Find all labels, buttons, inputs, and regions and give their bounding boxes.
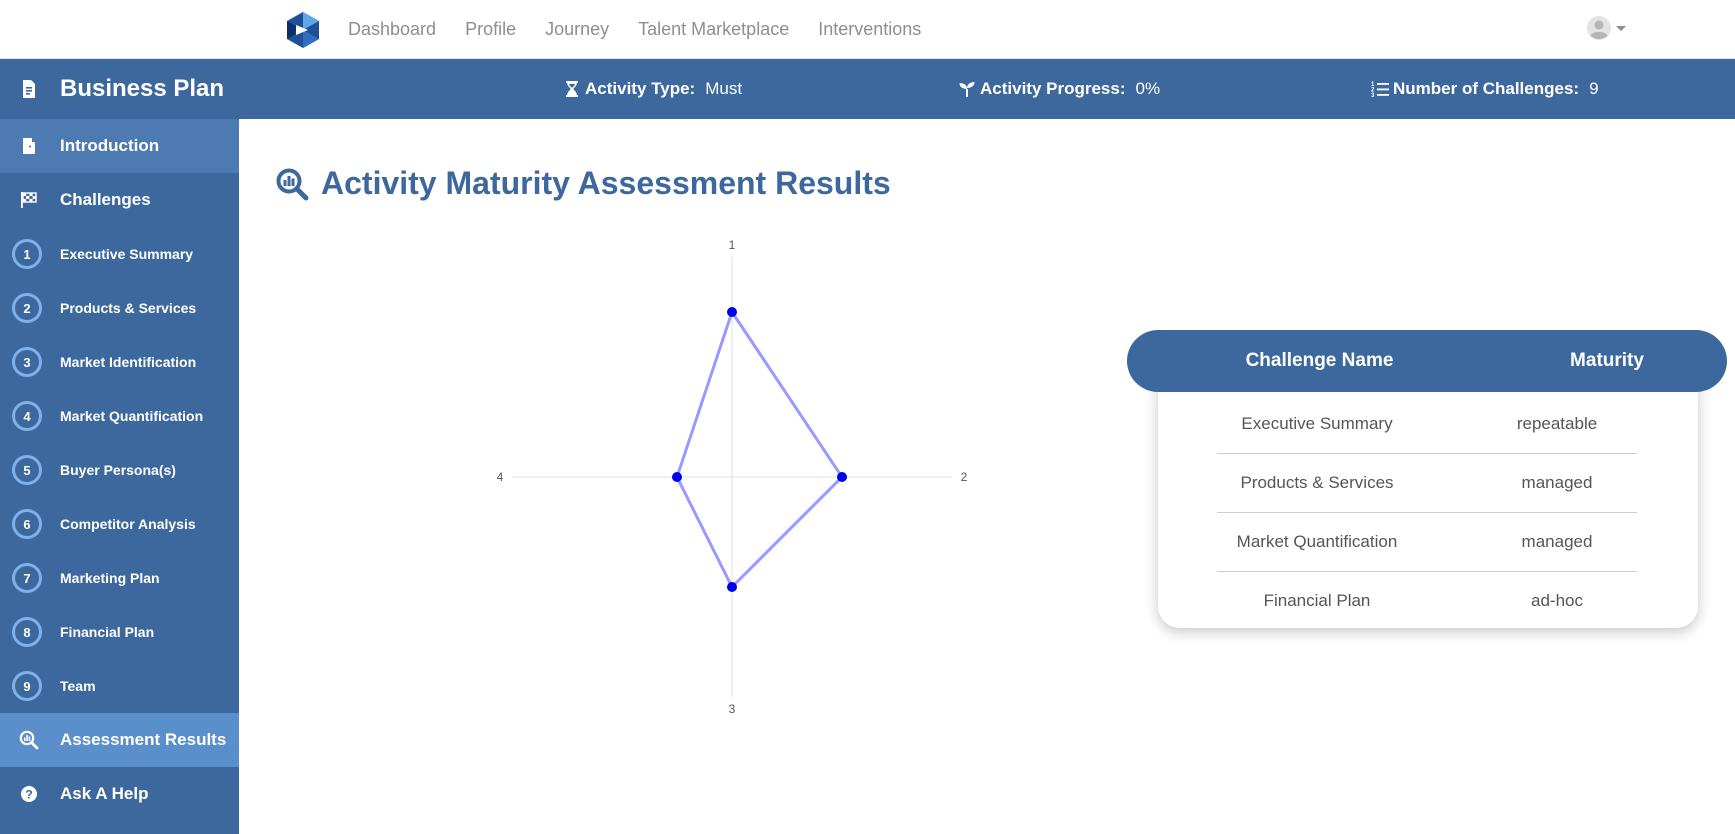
maturity-cell: ad-hoc <box>1531 590 1583 610</box>
maturity-radar-chart: 1 2 3 4 <box>497 238 968 716</box>
sidebar-item-label: Introduction <box>60 136 160 155</box>
step-number-badge: 6 <box>12 509 42 539</box>
maturity-cell: managed <box>1521 531 1593 551</box>
radar-axis-label: 2 <box>961 470 968 484</box>
challenge-name-cell: Products & Services <box>1240 472 1394 492</box>
sidebar-item-label: Ask A Help <box>60 784 149 803</box>
sidebar: Business Plan Introduction Challenges 1 … <box>0 59 239 834</box>
sidebar-item-assessment-results[interactable]: Assessment Results <box>0 713 239 767</box>
sidebar-item-label: Team <box>60 678 96 694</box>
checkered-flag-icon <box>21 192 37 208</box>
sidebar-item-competitor-analysis[interactable]: 6 Competitor Analysis <box>0 497 239 551</box>
sidebar-item-label: Products & Services <box>60 300 197 316</box>
maturity-cell: repeatable <box>1516 413 1598 433</box>
column-header-challenge-name: Challenge Name <box>1245 350 1394 371</box>
activity-stats-bar: Activity Type: Must Activity Progress: 0… <box>239 59 1735 119</box>
sidebar-item-label: Challenges <box>60 190 151 209</box>
activity-progress-stat: Activity Progress: 0% <box>958 59 1160 119</box>
table-row: Products & Services managed <box>1217 453 1637 513</box>
radar-series-line <box>675 308 844 590</box>
question-circle-icon: ? <box>21 786 37 802</box>
sidebar-item-products-services[interactable]: 2 Products & Services <box>0 281 239 335</box>
radar-data-point <box>727 307 737 317</box>
sidebar-item-label: Financial Plan <box>60 624 155 640</box>
main-nav: Dashboard Profile Journey Talent Marketp… <box>348 0 950 59</box>
nav-profile[interactable]: Profile <box>465 19 516 40</box>
sidebar-item-market-identification[interactable]: 3 Market Identification <box>0 335 239 389</box>
svg-text:3: 3 <box>1371 93 1375 98</box>
sidebar-item-label: Market Quantification <box>60 408 204 424</box>
nav-dashboard[interactable]: Dashboard <box>348 19 436 40</box>
sidebar-item-label: Market Identification <box>60 354 197 370</box>
table-row: Executive Summary repeatable <box>1217 394 1637 454</box>
sidebar-item-financial-plan[interactable]: 8 Financial Plan <box>0 605 239 659</box>
radar-data-point <box>837 472 847 482</box>
top-navbar: Dashboard Profile Journey Talent Marketp… <box>0 0 1735 59</box>
challenge-name-cell: Financial Plan <box>1263 590 1371 610</box>
app-logo[interactable] <box>284 11 322 49</box>
sidebar-item-label: Competitor Analysis <box>60 516 196 532</box>
step-number-badge: 3 <box>12 347 42 377</box>
step-number-badge: 2 <box>12 293 42 323</box>
nav-interventions[interactable]: Interventions <box>818 19 921 40</box>
sidebar-item-market-quantification[interactable]: 4 Market Quantification <box>0 389 239 443</box>
table-row: Financial Plan ad-hoc <box>1217 571 1637 630</box>
svg-text:?: ? <box>25 788 32 802</box>
radar-data-point <box>727 582 737 592</box>
sidebar-item-introduction[interactable]: Introduction <box>0 119 239 173</box>
step-number-badge: 4 <box>12 401 42 431</box>
user-menu[interactable] <box>1587 16 1626 40</box>
sidebar-item-label: Executive Summary <box>60 246 194 262</box>
activity-progress-value: 0% <box>1135 79 1161 98</box>
activity-progress-label: Activity Progress: <box>980 79 1126 98</box>
hourglass-icon <box>566 81 578 97</box>
challenge-name-cell: Market Quantification <box>1236 531 1398 551</box>
chevron-down-icon <box>1616 25 1626 31</box>
sidebar-title: Business Plan <box>60 75 225 102</box>
challenges-count-value: 9 <box>1589 79 1599 98</box>
activity-type-label: Activity Type: <box>585 79 696 98</box>
activity-type-stat: Activity Type: Must <box>563 59 742 119</box>
search-chart-icon <box>19 730 39 750</box>
maturity-cell: managed <box>1521 472 1593 492</box>
step-number-badge: 1 <box>12 239 42 269</box>
nav-talent-marketplace[interactable]: Talent Marketplace <box>638 19 789 40</box>
page-title: Activity Maturity Assessment Results <box>275 165 891 202</box>
sidebar-header: Business Plan <box>0 59 239 119</box>
sidebar-item-executive-summary[interactable]: 1 Executive Summary <box>0 227 239 281</box>
step-number-badge: 5 <box>12 455 42 485</box>
sidebar-item-team[interactable]: 9 Team <box>0 659 239 713</box>
sidebar-item-ask-help[interactable]: ? Ask A Help <box>0 767 239 821</box>
door-icon <box>23 138 35 154</box>
sidebar-item-label: Buyer Persona(s) <box>60 462 176 478</box>
numbered-list-icon: 1 2 3 <box>1371 82 1389 98</box>
sidebar-item-buyer-personas[interactable]: 5 Buyer Persona(s) <box>0 443 239 497</box>
results-table-header: Challenge Name Maturity <box>1127 330 1727 392</box>
document-icon <box>23 80 35 98</box>
radar-data-point <box>672 472 682 482</box>
column-header-maturity: Maturity <box>1570 350 1644 371</box>
sidebar-item-label: Marketing Plan <box>60 570 160 586</box>
sidebar-item-label: Assessment Results <box>60 730 227 749</box>
radar-axis-label: 1 <box>729 238 736 252</box>
challenges-count-stat: 1 2 3 Number of Challenges: 9 <box>1371 59 1599 119</box>
sidebar-item-marketing-plan[interactable]: 7 Marketing Plan <box>0 551 239 605</box>
activity-type-value: Must <box>705 79 743 98</box>
user-avatar-icon <box>1587 16 1611 40</box>
challenge-name-cell: Executive Summary <box>1241 413 1393 433</box>
step-number-badge: 9 <box>12 671 42 701</box>
seedling-icon <box>959 82 975 97</box>
assessment-search-icon <box>276 168 309 200</box>
page-title-text: Activity Maturity Assessment Results <box>321 165 891 201</box>
nav-journey[interactable]: Journey <box>545 19 609 40</box>
step-number-badge: 8 <box>12 617 42 647</box>
table-row: Market Quantification managed <box>1217 512 1637 572</box>
radar-axis-label: 4 <box>497 470 504 484</box>
challenges-count-label: Number of Challenges: <box>1393 79 1580 98</box>
radar-axis-label: 3 <box>729 702 736 716</box>
sidebar-item-challenges[interactable]: Challenges <box>0 173 239 227</box>
step-number-badge: 7 <box>12 563 42 593</box>
